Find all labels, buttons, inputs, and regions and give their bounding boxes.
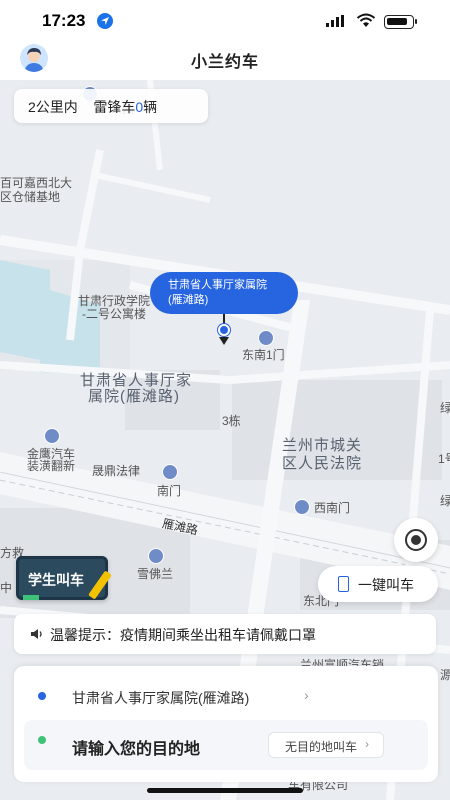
map-label-court-1: 兰州市城关 bbox=[282, 437, 363, 454]
nearby-cars-info: 2公里内 雷锋车0辆 bbox=[14, 89, 208, 123]
origin-dot-icon bbox=[38, 692, 46, 700]
map-label-warehouse-2: 区仓储基地 bbox=[0, 190, 61, 204]
map-label-law: 晟鼎法律 bbox=[92, 464, 141, 478]
map-label-south-gate: 南门 bbox=[157, 484, 182, 498]
app-title: 小兰约车 bbox=[190, 54, 259, 71]
gate-icon bbox=[258, 330, 274, 346]
home-indicator bbox=[147, 788, 303, 793]
gate-icon bbox=[294, 499, 310, 515]
marker-pin-tip bbox=[219, 337, 229, 345]
map-label-right-1: 绿 bbox=[440, 401, 450, 415]
car-count: 0 bbox=[135, 99, 144, 115]
map-label-court-2: 区人民法院 bbox=[282, 455, 363, 472]
map-label-sw-gate: 西南门 bbox=[314, 501, 351, 515]
map-label-zhong: 中 bbox=[0, 581, 13, 595]
map-label-right-2: 1号 bbox=[438, 452, 450, 466]
one-tap-call-button[interactable]: 一键叫车 bbox=[318, 566, 438, 602]
map-label-se-gate: 东南1门 bbox=[242, 348, 285, 362]
origin-text: 甘肃省人事厅家属院(雁滩路) bbox=[72, 690, 250, 706]
map-label-chevrolet: 雪佛兰 bbox=[137, 567, 174, 581]
nav-bar: 小兰约车 bbox=[0, 40, 450, 80]
chevron-right-icon: › bbox=[304, 687, 309, 703]
battery-icon bbox=[384, 15, 417, 29]
marker-title: 甘肃省人事厅家属院 bbox=[168, 279, 267, 291]
student-call-label: 学生叫车 bbox=[28, 572, 84, 588]
map-label-gov-school-2: -二号公寓楼 bbox=[82, 307, 146, 321]
wifi-icon bbox=[356, 13, 376, 27]
map-label-right-4: 源 bbox=[440, 668, 450, 682]
locate-icon[interactable] bbox=[394, 518, 438, 562]
location-arrow-icon bbox=[97, 13, 113, 29]
destination-row[interactable]: 请输入您的目的地 无目的地叫车 › bbox=[24, 720, 428, 770]
battery-fill bbox=[387, 18, 408, 25]
pickup-pin-icon bbox=[218, 324, 230, 336]
range-distance: 2公里内 bbox=[28, 99, 78, 115]
notice-text: 温馨提示：疫情期间乘坐出租车请佩戴口罩 bbox=[50, 627, 316, 643]
chevron-right-icon: › bbox=[365, 737, 369, 751]
range-unit: 辆 bbox=[143, 99, 158, 115]
range-label: 雷锋车 bbox=[93, 99, 136, 115]
phone-icon bbox=[338, 576, 349, 592]
map-label-area-2: 属院(雁滩路) bbox=[88, 388, 180, 405]
status-bar: 17:23 bbox=[0, 0, 450, 40]
gate-icon bbox=[162, 464, 178, 480]
decor-stripe bbox=[23, 595, 39, 600]
status-time: 17:23 bbox=[42, 11, 86, 30]
no-destination-button[interactable]: 无目的地叫车 › bbox=[268, 732, 384, 758]
speaker-icon bbox=[31, 629, 42, 639]
cellular-signal-icon bbox=[326, 15, 344, 27]
map-label-warehouse-1: 百可嘉西北大 bbox=[0, 176, 73, 190]
origin-row[interactable]: 甘肃省人事厅家属院(雁滩路) › bbox=[24, 676, 428, 716]
marker-pin-stem bbox=[223, 314, 225, 324]
car-icon bbox=[148, 548, 164, 564]
map-label-building-3: 3栋 bbox=[222, 414, 241, 428]
marker-subtitle: (雁滩路) bbox=[168, 294, 209, 306]
trip-card: 甘肃省人事厅家属院(雁滩路) › 请输入您的目的地 无目的地叫车 › bbox=[14, 666, 438, 782]
map-label-right-3: 绿 bbox=[440, 494, 450, 508]
map-label-auto-2: 装潢翻新 bbox=[27, 459, 76, 473]
pickup-marker-label[interactable]: 甘肃省人事厅家属院 (雁滩路) bbox=[150, 272, 298, 314]
destination-input[interactable]: 请输入您的目的地 bbox=[72, 735, 200, 759]
notice-banner: 温馨提示：疫情期间乘坐出租车请佩戴口罩 bbox=[14, 614, 436, 654]
destination-dot-icon bbox=[38, 736, 46, 744]
one-tap-call-label: 一键叫车 bbox=[358, 577, 414, 593]
no-destination-label: 无目的地叫车 bbox=[285, 740, 358, 754]
car-icon bbox=[44, 428, 60, 444]
